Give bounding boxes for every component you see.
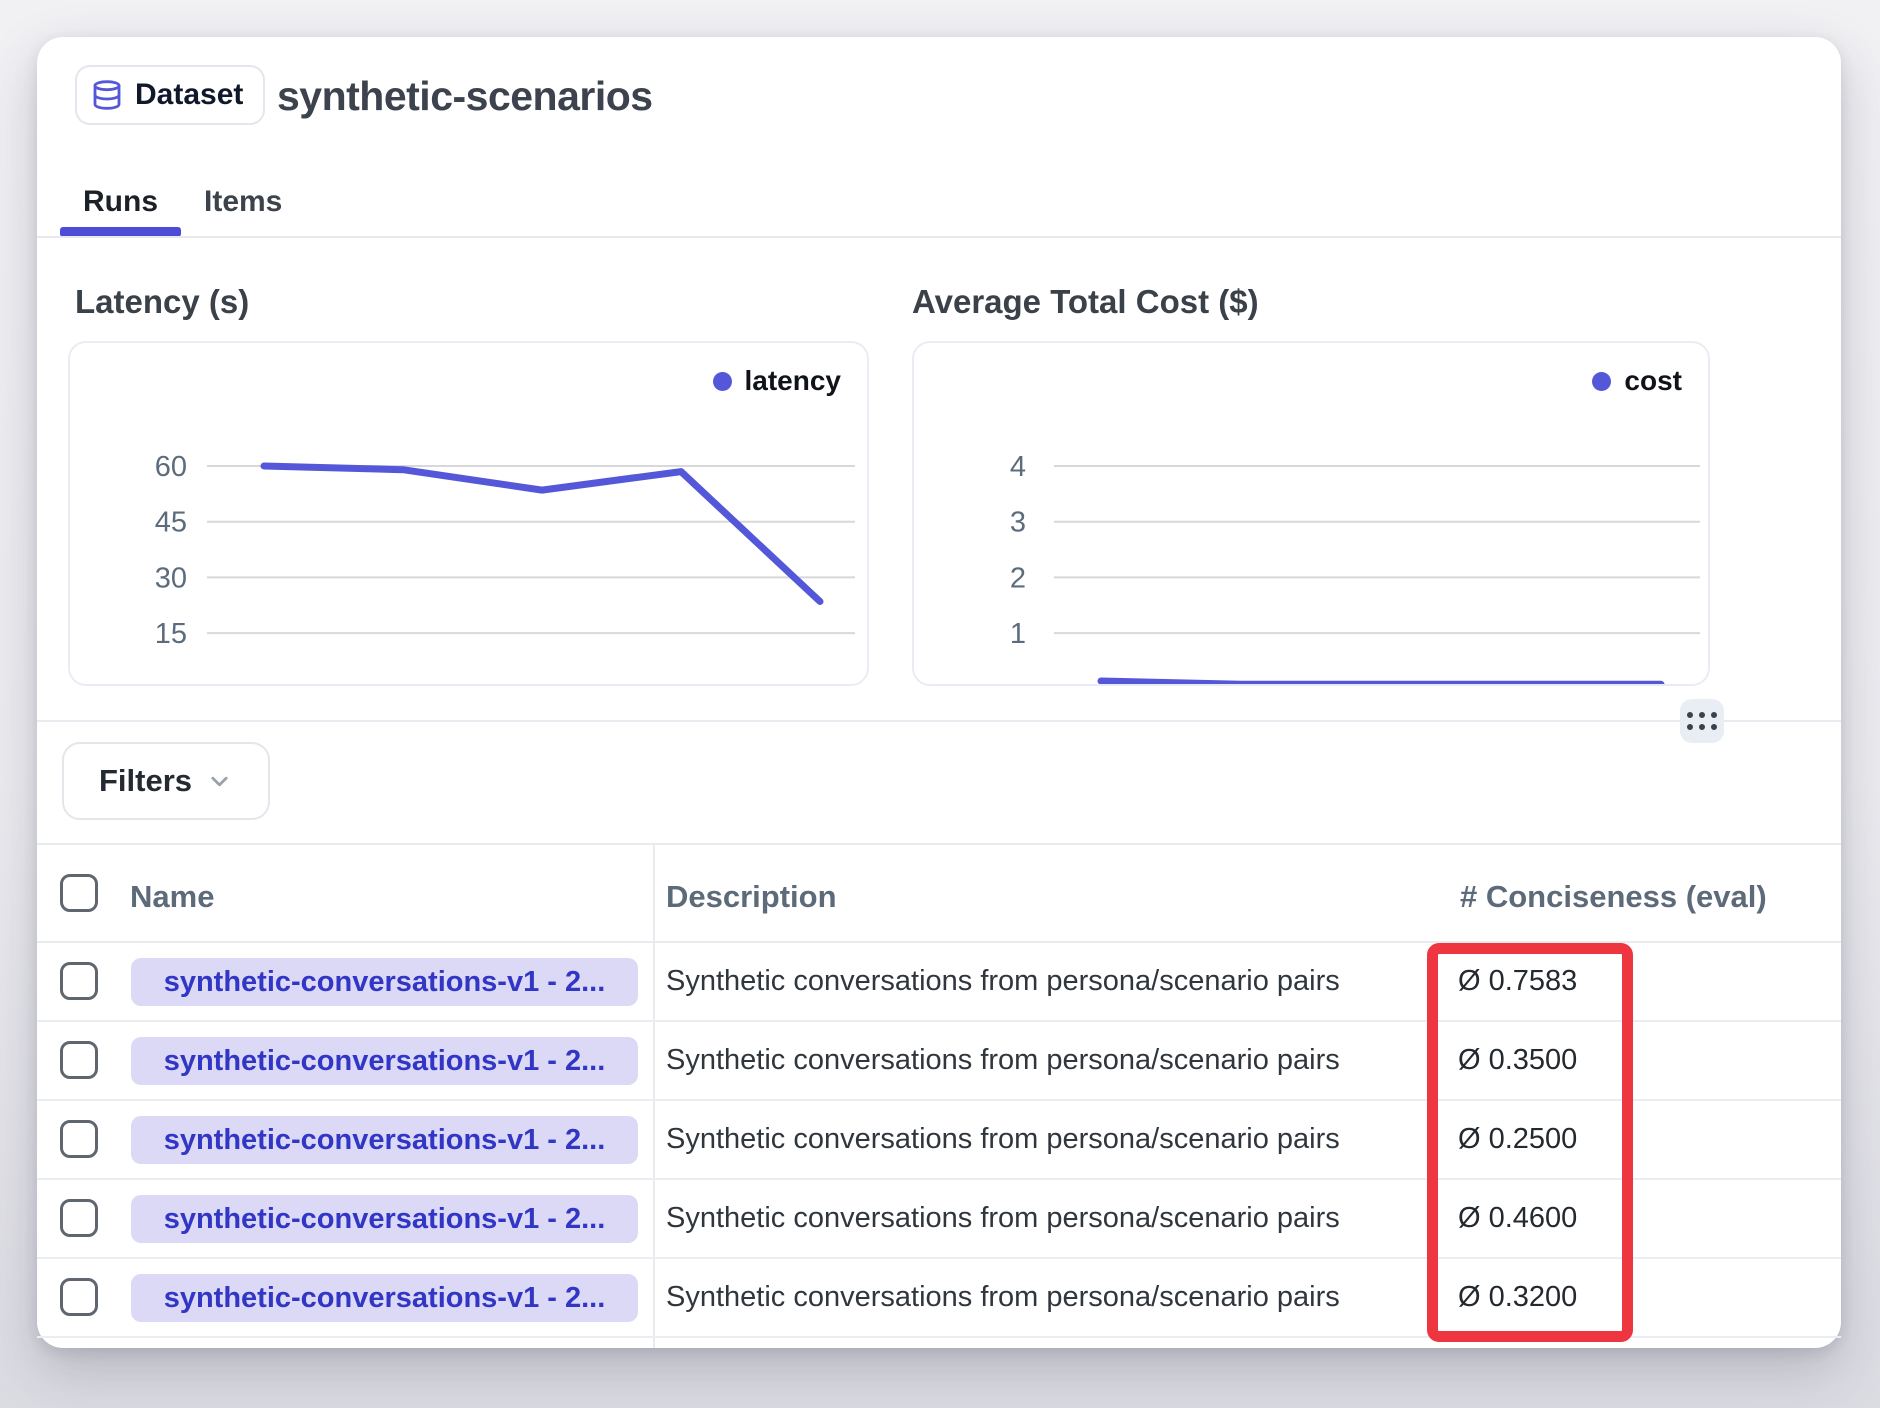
table-row[interactable]: synthetic-conversations-v1 - 2... Synthe… (37, 1180, 1841, 1259)
run-name-label: synthetic-conversations-v1 - 2... (164, 1203, 606, 1236)
run-name-label: synthetic-conversations-v1 - 2... (164, 1124, 606, 1157)
run-name-link[interactable]: synthetic-conversations-v1 - 2... (131, 1116, 638, 1164)
run-description: Synthetic conversations from persona/sce… (666, 1202, 1340, 1235)
drag-handle-icon[interactable] (1680, 699, 1724, 743)
conciseness-score: Ø 0.7583 (1458, 965, 1577, 998)
conciseness-score: Ø 0.2500 (1458, 1123, 1577, 1156)
run-name-link[interactable]: synthetic-conversations-v1 - 2... (131, 1274, 638, 1322)
row-checkbox[interactable] (60, 1199, 98, 1237)
table-header: Name Description # Conciseness (eval) (37, 845, 1841, 941)
svg-text:2: 2 (1010, 562, 1026, 594)
conciseness-score: Ø 0.4600 (1458, 1202, 1577, 1235)
table-body: synthetic-conversations-v1 - 2... Synthe… (37, 943, 1841, 1338)
run-name-link[interactable]: synthetic-conversations-v1 - 2... (131, 958, 638, 1006)
run-description: Synthetic conversations from persona/sce… (666, 1044, 1340, 1077)
table-row[interactable]: synthetic-conversations-v1 - 2... Synthe… (37, 1022, 1841, 1101)
run-description: Synthetic conversations from persona/sce… (666, 1281, 1340, 1314)
run-description: Synthetic conversations from persona/sce… (666, 1123, 1340, 1156)
run-description: Synthetic conversations from persona/sce… (666, 965, 1340, 998)
row-checkbox[interactable] (60, 962, 98, 1000)
svg-text:4: 4 (1010, 451, 1026, 483)
column-header-description[interactable]: Description (666, 879, 837, 915)
cost-chart-title: Average Total Cost ($) (912, 283, 1259, 321)
filters-button[interactable]: Filters (62, 742, 270, 820)
column-header-conciseness[interactable]: # Conciseness (eval) (1460, 879, 1767, 915)
svg-text:60: 60 (155, 451, 187, 483)
svg-text:30: 30 (155, 562, 187, 594)
legend-label: cost (1624, 365, 1682, 397)
legend-dot-icon (1592, 372, 1611, 391)
database-icon (91, 79, 123, 111)
row-checkbox[interactable] (60, 1278, 98, 1316)
row-checkbox[interactable] (60, 1120, 98, 1158)
tabs-divider (37, 236, 1841, 238)
tab-runs[interactable]: Runs (60, 167, 181, 237)
tab-bar: Runs Items (60, 167, 305, 237)
latency-legend: latency (713, 365, 842, 397)
svg-text:15: 15 (155, 618, 187, 650)
svg-text:3: 3 (1010, 507, 1026, 539)
conciseness-score: Ø 0.3500 (1458, 1044, 1577, 1077)
tab-items[interactable]: Items (181, 167, 305, 237)
conciseness-score: Ø 0.3200 (1458, 1281, 1577, 1314)
table-row[interactable]: synthetic-conversations-v1 - 2... Synthe… (37, 1101, 1841, 1180)
cost-legend: cost (1592, 365, 1682, 397)
run-name-link[interactable]: synthetic-conversations-v1 - 2... (131, 1195, 638, 1243)
column-header-name[interactable]: Name (130, 879, 214, 915)
legend-label: latency (745, 365, 842, 397)
select-all-checkbox[interactable] (60, 874, 98, 912)
filters-label: Filters (99, 763, 192, 799)
svg-text:1: 1 (1010, 618, 1026, 650)
chevron-down-icon (206, 768, 233, 795)
run-name-label: synthetic-conversations-v1 - 2... (164, 1282, 606, 1315)
badge-label: Dataset (135, 78, 243, 112)
legend-dot-icon (713, 372, 732, 391)
cost-chart: cost 4 3 2 1 (912, 341, 1710, 686)
table-row[interactable]: synthetic-conversations-v1 - 2... Synthe… (37, 1259, 1841, 1338)
svg-text:45: 45 (155, 507, 187, 539)
dataset-panel: Dataset synthetic-scenarios Runs Items L… (37, 37, 1841, 1348)
latency-chart: latency 60 45 30 15 (68, 341, 869, 686)
run-name-label: synthetic-conversations-v1 - 2... (164, 966, 606, 999)
section-divider (37, 720, 1841, 722)
row-checkbox[interactable] (60, 1041, 98, 1079)
latency-chart-title: Latency (s) (75, 283, 249, 321)
chart-plot-area: 4 3 2 1 (914, 343, 1710, 686)
page-title: synthetic-scenarios (277, 73, 653, 120)
run-name-link[interactable]: synthetic-conversations-v1 - 2... (131, 1037, 638, 1085)
table-row[interactable]: synthetic-conversations-v1 - 2... Synthe… (37, 943, 1841, 1022)
dataset-badge: Dataset (75, 65, 265, 125)
run-name-label: synthetic-conversations-v1 - 2... (164, 1045, 606, 1078)
